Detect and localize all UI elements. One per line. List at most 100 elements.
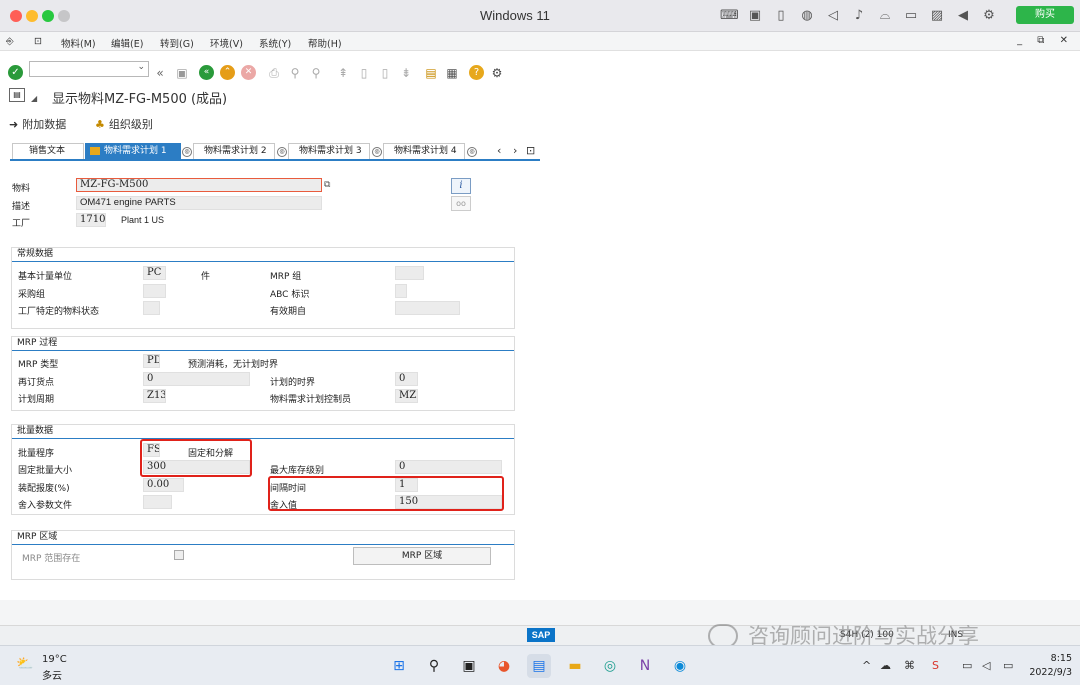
menu-help[interactable]: 帮助(H) [308, 36, 342, 50]
menu-edit[interactable]: 编辑(E) [111, 36, 143, 50]
tab-list-icon[interactable]: ⊡ [526, 144, 535, 157]
battery-icon[interactable]: ▭ [1003, 659, 1013, 672]
purchasing-group-field[interactable] [143, 284, 166, 298]
camera-icon[interactable]: ▭ [902, 7, 920, 25]
buy-button[interactable]: 购买 [1016, 6, 1074, 24]
menu-environment[interactable]: 环境(V) [210, 36, 243, 50]
org-levels-button[interactable]: ♣ 组织级别 [95, 116, 153, 132]
rounding-profile-field[interactable] [143, 495, 172, 509]
command-field[interactable]: ⌄ [29, 61, 149, 77]
widgets-icon[interactable]: ◕ [492, 654, 516, 678]
file-explorer-icon[interactable]: ▬ [563, 654, 587, 678]
info-icon[interactable]: i [451, 178, 471, 194]
network-icon[interactable]: ▭ [962, 659, 972, 672]
save-icon[interactable]: ▣ [174, 65, 190, 81]
back-arrow-icon[interactable]: ◀ [954, 7, 972, 25]
minimize-window-button[interactable] [26, 10, 38, 22]
weather-temp[interactable]: 19°C [42, 654, 67, 665]
mrp-type-label: MRP 类型 [18, 360, 59, 370]
last-page-icon[interactable]: ⇟ [398, 65, 414, 81]
windows-start-icon[interactable]: ⊞ [387, 654, 411, 678]
mrp-type-field[interactable]: PD [143, 354, 160, 368]
base-uom-field[interactable]: PC [143, 266, 166, 280]
plant-status-field[interactable] [143, 301, 160, 315]
tab-next-icon[interactable]: › [513, 144, 517, 157]
onedrive-icon[interactable]: ☁ [880, 659, 891, 672]
assembly-scrap-label: 装配报废(%) [18, 484, 70, 494]
chevron-down-icon[interactable]: ⌄ [137, 62, 145, 72]
planning-horizon-field[interactable]: 0 [395, 372, 418, 386]
glasses-icon[interactable]: oo [451, 196, 471, 211]
mrp-procedure-title: MRP 过程 [12, 337, 514, 351]
assembly-scrap-field[interactable]: 0.00 [143, 478, 184, 492]
zoom-window-button[interactable] [42, 10, 54, 22]
planning-cycle-field[interactable]: Z13 [143, 389, 166, 403]
tab-mrp-2[interactable]: 物料需求计划 2 [193, 143, 275, 159]
shortcut-icon[interactable]: ▦ [444, 65, 460, 81]
menu-system[interactable]: 系统(Y) [259, 36, 291, 50]
exit-menu-icon[interactable]: ⎆ [6, 36, 14, 47]
chevron-up-icon[interactable]: ^ [862, 659, 871, 672]
help-icon[interactable]: ? [469, 65, 484, 80]
weather-condition[interactable]: 多云 [42, 667, 62, 682]
plant-field[interactable]: 1710 [76, 213, 106, 227]
speaker-icon[interactable]: ◁ [824, 7, 842, 25]
tab-mrp-1[interactable]: 物料需求计划 1 [85, 143, 181, 159]
keyboard-icon[interactable]: ⌨ [720, 7, 739, 25]
sap-window-controls[interactable]: _ ⧉ ✕ [1017, 35, 1074, 46]
mrp-area-exists-checkbox[interactable] [174, 550, 184, 560]
edge-icon[interactable]: ◉ [668, 654, 692, 678]
tab-prev-icon[interactable]: ‹ [497, 144, 501, 157]
print-icon[interactable]: ⎙ [266, 65, 282, 81]
mrp-group-field[interactable] [395, 266, 424, 280]
material-field[interactable]: MZ-FG-M500 [76, 178, 322, 192]
drive-icon[interactable]: ⌓ [876, 7, 894, 25]
globe-icon[interactable]: ◍ [798, 7, 816, 25]
find-next-icon[interactable]: ⚲ [308, 65, 324, 81]
first-page-icon[interactable]: ⇞ [335, 65, 351, 81]
onenote-icon[interactable]: N [633, 654, 657, 678]
additional-data-button[interactable]: ➜ 附加数据 [9, 116, 66, 132]
tab-mrp-3[interactable]: 物料需求计划 3 [288, 143, 370, 159]
tab-mrp-4[interactable]: 物料需求计划 4 [383, 143, 465, 159]
max-stock-field[interactable]: 0 [395, 460, 502, 474]
mrp-group-label: MRP 组 [270, 272, 302, 282]
next-page-icon[interactable]: ▯ [377, 65, 393, 81]
abc-field[interactable] [395, 284, 407, 298]
clock-time[interactable]: 8:15 [1040, 653, 1072, 664]
settings-gear-icon[interactable]: ⚙ [489, 65, 505, 81]
microphone-icon[interactable]: ♪ [850, 7, 868, 25]
reorder-point-field[interactable]: 0 [143, 372, 250, 386]
search-icon[interactable]: ⚲ [422, 654, 446, 678]
menu-goto[interactable]: 转到(G) [160, 36, 194, 50]
layout-menu-icon[interactable]: ⊡ [34, 36, 42, 47]
cancel-icon[interactable]: ✕ [241, 65, 256, 80]
find-icon[interactable]: ⚲ [287, 65, 303, 81]
store-icon[interactable]: ◎ [598, 654, 622, 678]
tab-sales-text[interactable]: 销售文本 [12, 143, 84, 159]
enter-checkmark-icon[interactable]: ✓ [8, 65, 23, 80]
back-icon[interactable]: « [199, 65, 214, 80]
valid-from-field[interactable] [395, 301, 460, 315]
double-left-icon[interactable]: « [152, 65, 168, 81]
prev-page-icon[interactable]: ▯ [356, 65, 372, 81]
mrp-controller-field[interactable]: MZ2 [395, 389, 418, 403]
sap-logon-icon[interactable]: ▤ [527, 654, 551, 678]
mrp-area-button[interactable]: MRP 区域 [353, 547, 491, 565]
description-field[interactable]: OM471 engine PARTS [76, 196, 322, 210]
input-method-icon[interactable]: ⌘ [904, 659, 915, 672]
antivirus-icon[interactable]: S [932, 659, 939, 672]
exit-icon[interactable]: ⌃ [220, 65, 235, 80]
close-window-button[interactable] [10, 10, 22, 22]
copy-icon[interactable]: ⧉ [324, 180, 330, 190]
clock-date[interactable]: 2022/9/3 [1024, 667, 1072, 678]
cloud-sun-icon[interactable]: ⛅ [16, 656, 38, 672]
menu-material[interactable]: 物料(M) [61, 36, 96, 50]
cpu-icon[interactable]: ▣ [746, 7, 764, 25]
new-session-icon[interactable]: ▤ [423, 65, 439, 81]
gear-icon[interactable]: ⚙ [980, 7, 998, 25]
task-view-icon[interactable]: ▣ [457, 654, 481, 678]
screenshot-icon[interactable]: ▨ [928, 7, 946, 25]
volume-icon[interactable]: ◁ [982, 659, 990, 672]
usb-icon[interactable]: ▯ [772, 7, 790, 25]
